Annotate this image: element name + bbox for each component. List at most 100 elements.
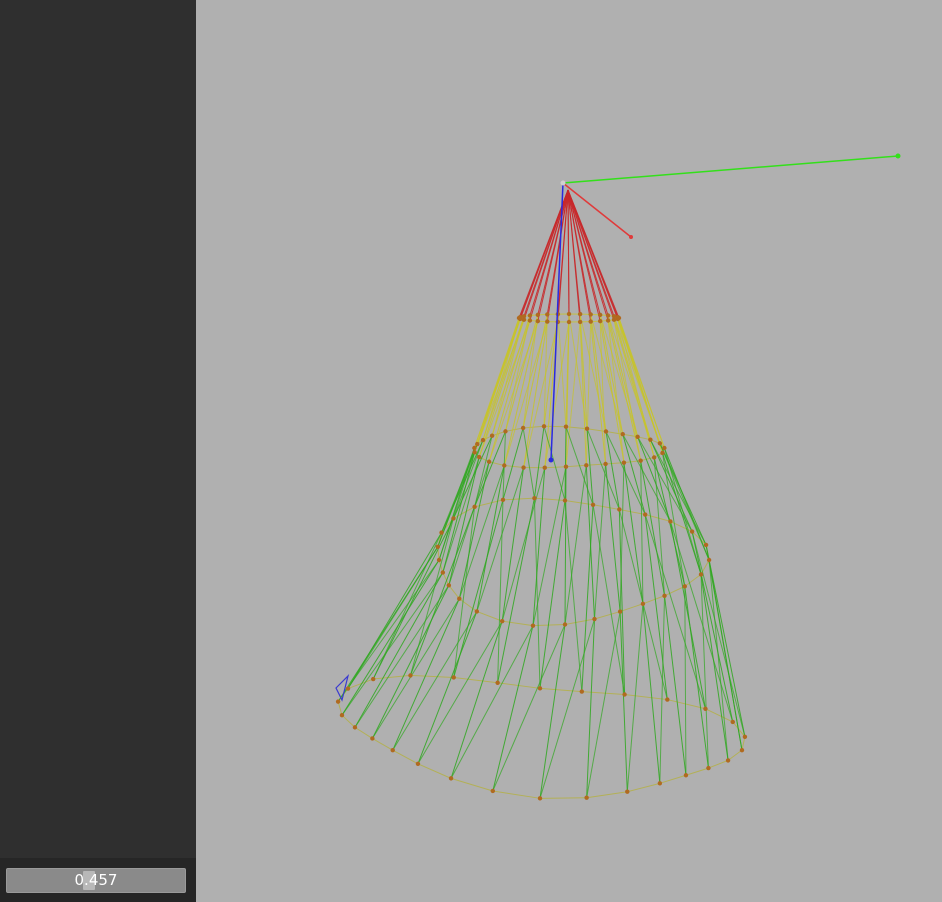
mesh-edge <box>450 625 534 779</box>
mesh-node <box>605 318 611 323</box>
mesh-edge <box>354 585 450 728</box>
mesh-node <box>518 314 523 320</box>
mesh-node <box>605 313 611 318</box>
mesh-node <box>490 788 496 794</box>
mesh-edge <box>669 521 734 723</box>
mesh-ring-edge <box>581 691 625 695</box>
mesh-edge <box>392 611 478 751</box>
mesh-node <box>657 441 663 446</box>
mesh-edge <box>605 431 620 510</box>
mesh-node <box>625 789 630 794</box>
mesh-ring-edge <box>619 603 644 613</box>
mesh-node <box>603 429 609 434</box>
mesh-ring-edge <box>354 726 373 739</box>
mesh-edge <box>700 574 729 761</box>
mesh-ring-edge <box>624 694 668 701</box>
mesh-edge <box>594 463 607 620</box>
3d-viewport[interactable] <box>196 0 942 902</box>
mesh-node <box>617 609 623 614</box>
mesh-node <box>446 583 452 588</box>
mesh-node <box>703 542 709 548</box>
mesh-node <box>521 465 526 470</box>
mesh-edge <box>347 546 439 689</box>
mesh-ring-edge <box>565 464 587 468</box>
mesh-node <box>489 433 495 438</box>
mesh-edge <box>532 467 546 626</box>
mesh-node <box>597 312 603 318</box>
slider-panel: 0.457 <box>0 858 196 902</box>
mesh-edge <box>450 620 503 779</box>
mesh-node <box>527 313 533 318</box>
cone-wireframe-mesh <box>337 189 746 799</box>
mesh-ring-edge <box>627 782 660 793</box>
mesh-node <box>345 686 351 691</box>
mesh-node <box>579 689 585 694</box>
mesh-ring-edge <box>450 777 493 792</box>
mesh-edge <box>492 624 566 792</box>
mesh-node <box>566 311 572 317</box>
mesh-node <box>603 461 608 467</box>
mesh-ring-edge <box>645 514 671 522</box>
mesh-node <box>584 795 589 800</box>
mesh-ring-edge <box>453 676 498 684</box>
mesh-node <box>668 519 673 524</box>
axis-y-line <box>562 155 899 184</box>
mesh-ring-edge <box>705 708 733 723</box>
mesh-node <box>352 725 358 730</box>
mesh-node <box>577 319 583 325</box>
mesh-ring-edge <box>534 497 566 501</box>
mesh-ring-edge <box>586 428 607 432</box>
mesh-ring-edge <box>539 687 582 693</box>
mesh-node <box>597 318 603 324</box>
sidebar-panel: 0.457 <box>0 0 196 902</box>
mesh-node <box>457 596 462 601</box>
mesh-node <box>440 570 446 575</box>
wireframe-scene[interactable] <box>196 0 942 902</box>
mesh-node <box>472 450 477 455</box>
mesh-edge <box>705 544 746 737</box>
mesh-node <box>480 437 486 443</box>
mesh-node <box>542 465 547 470</box>
mesh-edge <box>497 498 535 683</box>
axis-z-arrowhead <box>548 457 554 463</box>
mesh-node <box>706 557 712 563</box>
mesh-ring-edge <box>372 738 393 751</box>
mesh-edge <box>565 426 594 505</box>
mesh-node <box>742 734 748 739</box>
mesh-node <box>642 512 648 517</box>
mesh-node <box>476 454 482 460</box>
app-window: 0.457 <box>0 0 942 902</box>
mesh-edge <box>453 506 476 678</box>
mesh-edge <box>539 618 595 799</box>
mesh-ring-edge <box>708 759 729 769</box>
mesh-node <box>725 758 731 763</box>
mesh-ring-edge <box>594 611 621 620</box>
mesh-edge <box>371 585 450 739</box>
mesh-node <box>562 622 568 627</box>
mesh-edge <box>417 611 478 764</box>
mesh-edge <box>409 518 454 676</box>
mesh-ring-edge <box>539 797 587 799</box>
mesh-edge <box>669 521 706 709</box>
mesh-node <box>689 529 695 534</box>
mesh-ring-edge <box>586 791 628 799</box>
mesh-edge <box>659 595 666 784</box>
mesh-ring-edge <box>592 504 620 510</box>
mesh-edge <box>664 595 687 776</box>
value-slider[interactable]: 0.457 <box>6 868 186 893</box>
mesh-node <box>638 458 643 463</box>
mesh-edge-tip <box>567 189 570 315</box>
mesh-node <box>451 675 456 680</box>
mesh-node <box>486 459 492 464</box>
mesh-edge <box>539 500 566 689</box>
mesh-edge <box>497 499 504 683</box>
mesh-ring-edge <box>727 749 743 761</box>
mesh-ring-edge <box>410 674 454 678</box>
mesh-node <box>448 776 454 781</box>
mesh-node <box>532 495 537 501</box>
mesh-node <box>530 623 536 628</box>
mesh-node <box>472 504 477 510</box>
mesh-node <box>541 424 547 429</box>
mesh-node <box>545 319 550 324</box>
slider-value-label: 0.457 <box>74 871 118 889</box>
